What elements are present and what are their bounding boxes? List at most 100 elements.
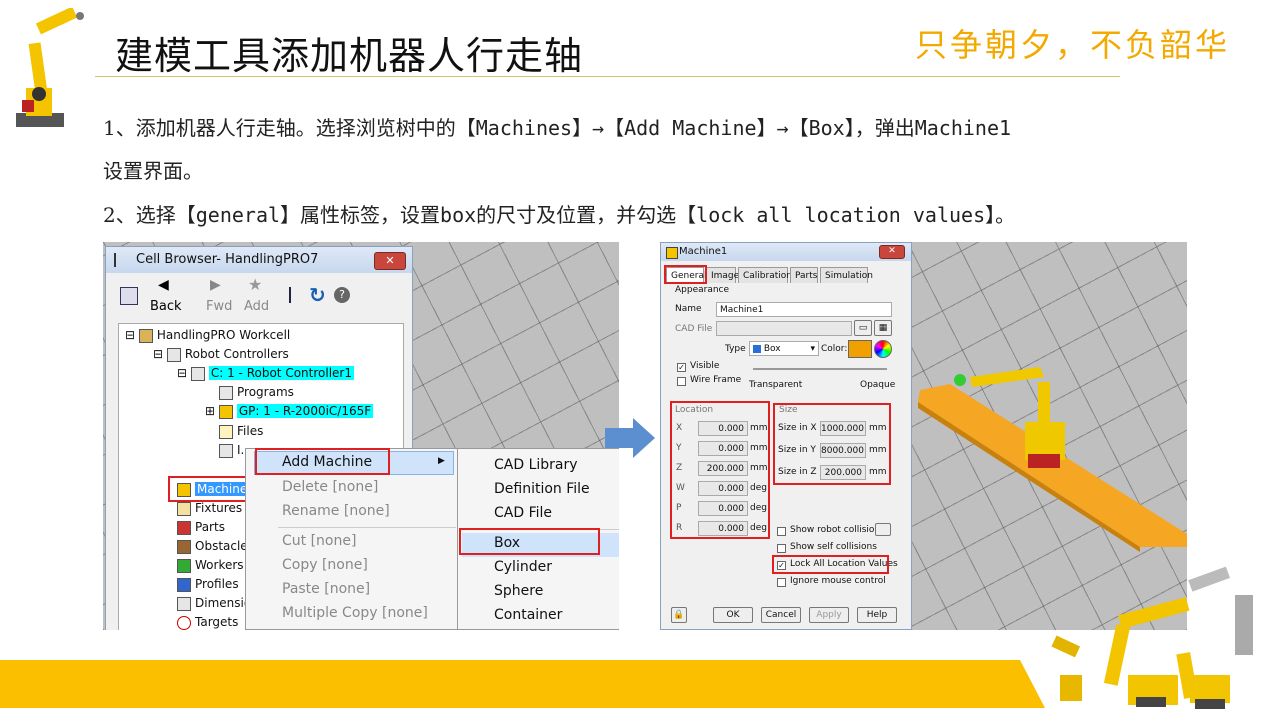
collisions-more-button[interactable] — [875, 523, 891, 536]
submenu-container[interactable]: Container — [494, 607, 562, 623]
obstacles-icon — [177, 539, 191, 554]
tree-item-label: Targets — [195, 615, 239, 629]
tab-image[interactable]: Image — [706, 267, 739, 283]
tree-item-gp1[interactable]: ⊞ GP: 1 - R-2000iC/165F — [205, 402, 374, 420]
add-button[interactable]: Add — [244, 299, 269, 314]
back-arrow-icon: ◀ — [158, 277, 169, 293]
menu-copy[interactable]: Copy [none] — [282, 557, 368, 573]
tree-item-label: Workers — [195, 558, 244, 572]
show-self-collisions-label: Show self collisions — [790, 542, 877, 552]
p1-mid: ，弹出 — [854, 116, 915, 140]
submenu-sphere[interactable]: Sphere — [494, 583, 543, 599]
flow-arrow-icon — [605, 418, 655, 462]
show-robot-collisions-checkbox[interactable] — [777, 527, 786, 536]
cancel-button[interactable]: Cancel — [761, 607, 801, 623]
tree-item-targets[interactable]: Targets — [177, 613, 238, 630]
menu-multiple-copy[interactable]: Multiple Copy [none] — [282, 605, 428, 621]
tree-item-robot-controllers[interactable]: ⊟ Robot Controllers — [153, 345, 289, 363]
show-robot-collisions-label: Show robot collisions — [790, 525, 885, 535]
p2-text: 2、选择 — [103, 203, 176, 227]
tree-item-label: Files — [237, 424, 264, 438]
fixtures-icon — [177, 501, 191, 516]
lock-icon[interactable]: 🔒 — [671, 607, 687, 623]
machine1-titlebar: Machine1 ✕ — [661, 243, 911, 261]
tree-item-parts[interactable]: Parts — [177, 518, 225, 536]
tree-item-label: Parts — [195, 520, 225, 534]
menu-cut[interactable]: Cut [none] — [282, 533, 356, 549]
paragraph-1-line-1: 1、添加机器人行走轴。选择浏览树中的【Machines】→【Add Machin… — [103, 112, 1011, 141]
close-button[interactable]: ✕ — [374, 252, 406, 270]
menu-delete[interactable]: Delete [none] — [282, 479, 378, 495]
p2-code: 【general】 — [175, 203, 301, 227]
p2-code3: 【lock all location values】 — [676, 203, 996, 227]
workers-icon — [177, 558, 191, 573]
submenu-cad-file[interactable]: CAD File — [494, 505, 552, 521]
color-swatch[interactable] — [848, 340, 872, 358]
tree-item-workers[interactable]: Workers — [177, 556, 244, 574]
ok-button[interactable]: OK — [713, 607, 753, 623]
tree-item-label: Programs — [237, 385, 294, 399]
tab-parts[interactable]: Parts — [790, 267, 818, 283]
programs-icon — [219, 385, 233, 400]
fwd-button[interactable]: Fwd — [206, 299, 232, 314]
browse-folder-button[interactable]: ▭ — [854, 320, 872, 336]
tab-calibration[interactable]: Calibration — [738, 267, 792, 283]
browser-toolbar: ◀ Back ▶ Fwd ★ Add ↻ ? — [106, 275, 412, 321]
p2-code2: box — [440, 203, 477, 227]
fwd-arrow-icon: ▶ — [210, 277, 221, 293]
tree-item-obstacles[interactable]: Obstacles — [177, 537, 254, 555]
apply-button[interactable]: Apply — [809, 607, 849, 623]
color-label: Color: — [821, 344, 848, 354]
cad-library-button[interactable]: ▦ — [874, 320, 892, 336]
cad-file-label: CAD File — [675, 324, 713, 334]
close-button[interactable]: ✕ — [879, 245, 905, 259]
tree-item-label: C: 1 - Robot Controller1 — [208, 366, 354, 380]
p1-text: 1、添加机器人行走轴。选择浏览树中的 — [103, 116, 456, 140]
visible-checkbox[interactable]: ✓ — [677, 363, 686, 372]
tree-item-programs[interactable]: Programs — [219, 383, 294, 401]
controllers-icon — [166, 347, 181, 362]
tree-item-workcell[interactable]: ⊟ HandlingPRO Workcell — [125, 326, 290, 344]
ignore-mouse-checkbox[interactable] — [777, 578, 786, 587]
transparency-slider[interactable] — [753, 368, 887, 370]
highlight-box — [459, 528, 600, 555]
cad-file-input[interactable] — [716, 321, 852, 336]
submenu-cylinder[interactable]: Cylinder — [494, 559, 552, 575]
type-select[interactable]: Box ▾ — [749, 341, 819, 356]
highlight-size — [773, 403, 891, 485]
menu-paste[interactable]: Paste [none] — [282, 581, 370, 597]
help-button[interactable]: Help — [857, 607, 897, 623]
p2-mid: 属性标签，设置 — [300, 203, 441, 227]
visible-label: Visible — [690, 361, 720, 371]
workcell-icon — [138, 328, 153, 343]
controller-icon — [190, 366, 205, 381]
tree-view-icon[interactable] — [289, 287, 303, 303]
wireframe-checkbox[interactable] — [677, 377, 686, 386]
home-icon[interactable] — [120, 287, 138, 305]
bottom-accent-bar — [0, 660, 1045, 708]
highlight-machines — [168, 476, 247, 502]
menu-rename[interactable]: Rename [none] — [282, 503, 390, 519]
menu-separator — [278, 527, 456, 528]
tree-item-controller1[interactable]: ⊟ C: 1 - Robot Controller1 — [177, 364, 354, 382]
submenu-arrow-icon: ▶ — [438, 456, 445, 466]
refresh-icon[interactable]: ↻ — [309, 283, 326, 307]
type-value: Box — [763, 344, 781, 354]
show-self-collisions-checkbox[interactable] — [777, 544, 786, 553]
color-wheel-icon[interactable] — [874, 340, 892, 358]
tree-item-profiles[interactable]: Profiles — [177, 575, 239, 593]
submenu-cad-library[interactable]: CAD Library — [494, 457, 578, 473]
back-button[interactable]: Back — [150, 299, 182, 314]
folder-icon: ▭ — [858, 323, 868, 333]
name-input[interactable]: Machine1 — [716, 302, 892, 317]
help-icon[interactable]: ? — [334, 287, 350, 303]
tree-item-label: Profiles — [195, 577, 239, 591]
p1-code2: Machine1 — [914, 116, 1012, 140]
name-label: Name — [675, 304, 702, 314]
chevron-down-icon: ▾ — [810, 344, 815, 354]
cell-browser-title: Cell Browser- HandlingPRO7 — [136, 252, 319, 267]
tree-item-files[interactable]: Files — [219, 422, 263, 440]
transparent-label: Transparent — [749, 380, 803, 390]
submenu-definition-file[interactable]: Definition File — [494, 481, 590, 497]
tab-simulation[interactable]: Simulation — [820, 267, 873, 283]
